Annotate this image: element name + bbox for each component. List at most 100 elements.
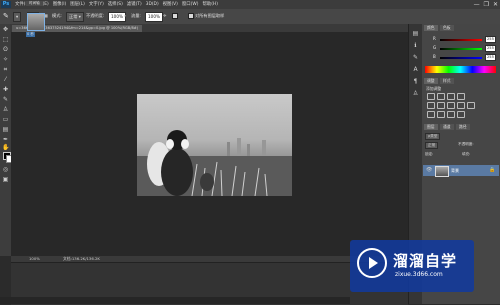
document-tab-bar: u=3665425414,3637524194&fm=214&gp=0.jpg … bbox=[10, 24, 408, 32]
paragraph-panel-icon[interactable]: ¶ bbox=[412, 78, 419, 85]
watermark-title: 溜溜自学 bbox=[393, 252, 458, 270]
move-tool-icon[interactable]: ✥ bbox=[2, 26, 9, 33]
menu-help[interactable]: 帮助(H) bbox=[201, 1, 219, 8]
crop-tool-icon[interactable]: ⌗ bbox=[2, 66, 9, 73]
mode-label: 模式: bbox=[52, 13, 62, 18]
g-value[interactable]: 255 bbox=[485, 45, 496, 52]
history-panel-icon[interactable]: ▤ bbox=[412, 30, 419, 37]
photo-filter-adjustment-icon[interactable] bbox=[467, 102, 475, 109]
gradient-map-adjustment-icon[interactable] bbox=[457, 111, 465, 118]
brush-tool-icon[interactable]: ✎ bbox=[2, 96, 9, 103]
document-image[interactable] bbox=[137, 94, 292, 196]
menu-layer[interactable]: 图层(L) bbox=[69, 1, 86, 8]
quick-mask-icon[interactable]: ◎ bbox=[2, 166, 9, 173]
color-spectrum-bar[interactable] bbox=[425, 66, 496, 73]
slider-label-g: G bbox=[433, 45, 437, 50]
slider-b[interactable] bbox=[440, 57, 482, 59]
layer-row-background[interactable]: 👁 背景 🔒 bbox=[423, 165, 499, 177]
frame-delay-label[interactable]: 0 秒 bbox=[26, 32, 36, 37]
timeline-tab[interactable]: 时间轴 bbox=[26, 1, 43, 6]
layer-name[interactable]: 背景 bbox=[451, 168, 459, 174]
eraser-tool-icon[interactable]: ▭ bbox=[2, 116, 9, 123]
levels-adjustment-icon[interactable] bbox=[437, 93, 445, 100]
black-white-adjustment-icon[interactable] bbox=[457, 102, 465, 109]
brush-presets-panel-icon[interactable]: ✎ bbox=[412, 54, 419, 61]
tab-swatches[interactable]: 色板 bbox=[440, 25, 454, 31]
menu-type[interactable]: 文字(Y) bbox=[88, 1, 105, 8]
restore-button[interactable]: ❐ bbox=[484, 1, 489, 8]
vibrance-adjustment-icon[interactable] bbox=[427, 102, 435, 109]
window-controls: — ❐ ✕ bbox=[474, 1, 498, 8]
posterize-adjustment-icon[interactable] bbox=[437, 111, 445, 118]
clone-source-panel-icon[interactable]: ♙ bbox=[412, 90, 419, 97]
minimize-button[interactable]: — bbox=[474, 1, 480, 8]
airbrush-icon[interactable]: ✈ bbox=[163, 12, 167, 20]
healing-brush-tool-icon[interactable]: ✚ bbox=[2, 86, 9, 93]
aligned-checkbox[interactable] bbox=[172, 12, 179, 20]
tool-preset-picker[interactable]: ▾ bbox=[13, 12, 22, 22]
properties-panel-icon[interactable]: ℹ bbox=[412, 42, 419, 49]
threshold-adjustment-icon[interactable] bbox=[447, 111, 455, 118]
menu-filter[interactable]: 滤镜(T) bbox=[126, 1, 143, 8]
exposure-adjustment-icon[interactable] bbox=[457, 93, 465, 100]
menu-select[interactable]: 选择(S) bbox=[107, 1, 124, 8]
b-value[interactable]: 255 bbox=[485, 54, 496, 61]
tab-styles[interactable]: 样式 bbox=[440, 78, 454, 84]
tab-paths[interactable]: 路径 bbox=[456, 124, 470, 130]
opacity-label: 不透明度: bbox=[86, 13, 105, 18]
slider-r[interactable] bbox=[440, 39, 482, 41]
pen-tool-icon[interactable]: ✒ bbox=[2, 136, 9, 143]
menu-3d[interactable]: 3D(D) bbox=[145, 1, 160, 8]
lasso-tool-icon[interactable]: ʘ bbox=[2, 46, 9, 53]
layer-opacity-label: 不透明度: bbox=[458, 142, 474, 146]
photo-illustration bbox=[137, 130, 292, 196]
mode-select[interactable]: 正常 ▾ bbox=[66, 12, 84, 22]
brightness-adjustment-icon[interactable] bbox=[427, 93, 435, 100]
gradient-tool-icon[interactable]: ▤ bbox=[2, 126, 9, 133]
timeline-frame-thumbnail[interactable] bbox=[27, 13, 45, 31]
layer-kind-filter[interactable]: ρ类型 bbox=[425, 133, 441, 140]
character-panel-icon[interactable]: A bbox=[412, 66, 419, 73]
flow-label: 流量: bbox=[131, 13, 141, 18]
slider-label-r: R bbox=[433, 36, 436, 41]
eyedropper-tool-icon[interactable]: ⁄ bbox=[2, 76, 9, 83]
main-menu: 文件(F) 编辑(E) 图像(I) 图层(L) 文字(Y) 选择(S) 滤镜(T… bbox=[14, 1, 219, 8]
layer-blend-mode-select[interactable]: 正常 bbox=[425, 142, 439, 149]
invert-adjustment-icon[interactable] bbox=[427, 111, 435, 118]
menu-window[interactable]: 窗口(W) bbox=[181, 1, 200, 8]
add-adjustment-label: 添加调整 bbox=[426, 86, 442, 91]
hand-tool-icon[interactable]: ✋ bbox=[2, 144, 9, 151]
clone-stamp-tool-icon[interactable]: ♙ bbox=[2, 106, 9, 113]
fill-label: 填充: bbox=[462, 152, 471, 156]
r-value[interactable]: 255 bbox=[485, 36, 496, 43]
marquee-tool-icon[interactable]: ⬚ bbox=[2, 36, 9, 43]
hue-saturation-adjustment-icon[interactable] bbox=[437, 102, 445, 109]
clone-stamp-icon[interactable]: ✎ bbox=[3, 12, 9, 20]
slider-g[interactable] bbox=[440, 48, 482, 50]
visibility-eye-icon[interactable]: 👁 bbox=[426, 167, 432, 173]
slider-label-b: B bbox=[433, 54, 436, 59]
photoshop-logo: Ps bbox=[1, 1, 11, 8]
menu-image[interactable]: 图像(I) bbox=[52, 1, 68, 8]
magic-wand-tool-icon[interactable]: ✧ bbox=[2, 56, 9, 63]
layer-thumbnail bbox=[435, 166, 449, 177]
tab-adjustments[interactable]: 调整 bbox=[424, 78, 438, 84]
tab-layers[interactable]: 图层 bbox=[424, 124, 438, 130]
sample-all-layers[interactable]: 对所有图层取样 bbox=[188, 12, 224, 20]
opacity-pressure-icon[interactable]: ▸ bbox=[124, 12, 126, 20]
taskbar bbox=[0, 297, 350, 304]
options-bar: ✎ ▾ 3 ▾ ▦ 模式: 正常 ▾ 不透明度: 100% ▸ 流量: 100%… bbox=[0, 9, 500, 25]
lock-label: 锁定: bbox=[425, 152, 434, 156]
menu-view[interactable]: 视图(V) bbox=[162, 1, 179, 8]
tab-color[interactable]: 颜色 bbox=[424, 25, 438, 31]
tab-channels[interactable]: 通道 bbox=[440, 124, 454, 130]
menu-bar: Ps 文件(F) 编辑(E) 图像(I) 图层(L) 文字(Y) 选择(S) 滤… bbox=[0, 0, 500, 9]
play-logo-icon bbox=[357, 248, 387, 278]
close-button[interactable]: ✕ bbox=[493, 1, 498, 8]
curves-adjustment-icon[interactable] bbox=[447, 93, 455, 100]
lock-icon: 🔒 bbox=[489, 167, 496, 173]
flow-input[interactable]: 100% bbox=[145, 12, 163, 22]
color-balance-adjustment-icon[interactable] bbox=[447, 102, 455, 109]
screen-mode-icon[interactable]: ▣ bbox=[2, 176, 9, 183]
watermark-url: zixue.3d66.com bbox=[395, 271, 443, 278]
